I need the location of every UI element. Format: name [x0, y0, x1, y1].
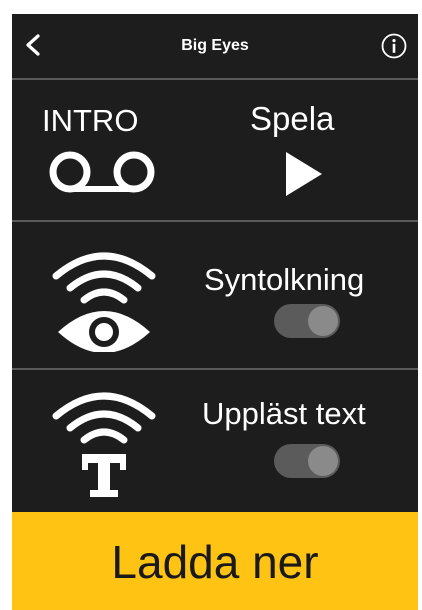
- read-text-label: Uppläst text: [202, 396, 366, 431]
- page-title: Big Eyes: [181, 37, 249, 54]
- read-text-toggle[interactable]: [274, 444, 340, 478]
- play-label[interactable]: Spela: [250, 100, 334, 138]
- toggle-knob: [308, 446, 338, 476]
- navigation-bar: Big Eyes: [12, 14, 418, 78]
- audio-description-toggle[interactable]: [274, 304, 340, 338]
- divider: [12, 368, 418, 370]
- intro-label: INTRO: [42, 103, 139, 138]
- divider: [12, 78, 418, 80]
- wifi-eye-icon: [52, 252, 156, 352]
- app-screen: Big Eyes INTRO Spela Syntolkning Uppläst…: [12, 14, 418, 610]
- divider: [12, 220, 418, 222]
- play-triangle-icon[interactable]: [284, 150, 324, 198]
- toggle-knob: [308, 306, 338, 336]
- cassette-tape-icon[interactable]: [46, 148, 158, 196]
- wifi-text-icon: [52, 392, 156, 497]
- info-circle-icon[interactable]: [380, 32, 408, 60]
- download-label: Ladda ner: [111, 536, 319, 588]
- download-button[interactable]: Ladda ner: [12, 512, 418, 610]
- audio-description-label: Syntolkning: [204, 262, 365, 297]
